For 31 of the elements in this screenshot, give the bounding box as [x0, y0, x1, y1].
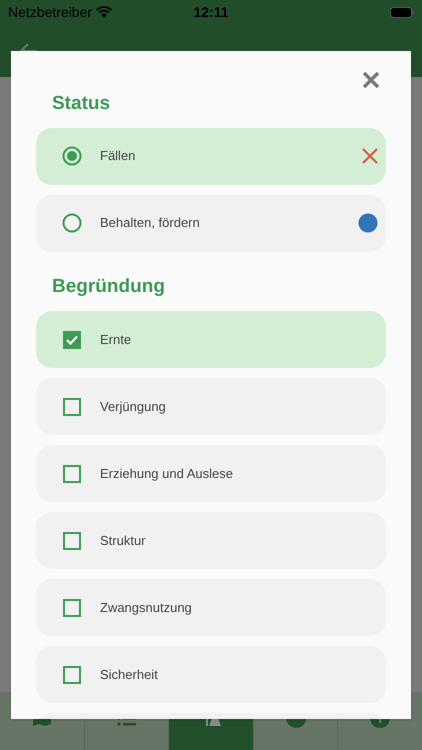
option-label: Erziehung und Auslese — [100, 464, 234, 483]
section-heading: Status — [51, 92, 112, 116]
checkbox[interactable] — [62, 464, 82, 484]
option-label: Sicherheit — [100, 666, 159, 684]
option-label: Ernte — [100, 330, 132, 349]
wifi-icon — [96, 6, 112, 18]
option-row[interactable]: Verjüngung — [36, 378, 386, 435]
option-label: Struktur — [100, 532, 147, 550]
option-row[interactable]: Fällen — [36, 128, 386, 184]
section-heading: Begründung — [51, 274, 166, 298]
carrier-name: Netzbetreiber — [8, 2, 92, 22]
battery-icon — [390, 6, 414, 18]
radio-button[interactable] — [62, 146, 82, 166]
option-row[interactable]: Zwangsnutzung — [36, 579, 386, 636]
clock-time: 12:11 — [193, 2, 229, 22]
checkbox[interactable] — [62, 330, 82, 350]
checkbox[interactable] — [62, 530, 82, 550]
close-icon[interactable] — [362, 71, 380, 89]
option-label: Behalten, fördern — [100, 214, 201, 232]
option-label: Verjüngung — [100, 398, 167, 416]
checkbox[interactable] — [62, 396, 82, 416]
option-row[interactable]: Sicherheit — [36, 646, 386, 703]
checkbox[interactable] — [62, 664, 82, 684]
option-row[interactable]: Struktur — [36, 512, 386, 569]
option-row[interactable]: Erziehung und Auslese — [36, 445, 386, 502]
option-label: Fällen — [100, 147, 136, 166]
option-label: Zwangsnutzung — [100, 598, 193, 617]
radio-button[interactable] — [62, 213, 82, 233]
option-row[interactable]: Ernte — [36, 311, 386, 368]
option-row[interactable]: Behalten, fördern — [36, 194, 386, 252]
checkbox[interactable] — [62, 598, 82, 618]
